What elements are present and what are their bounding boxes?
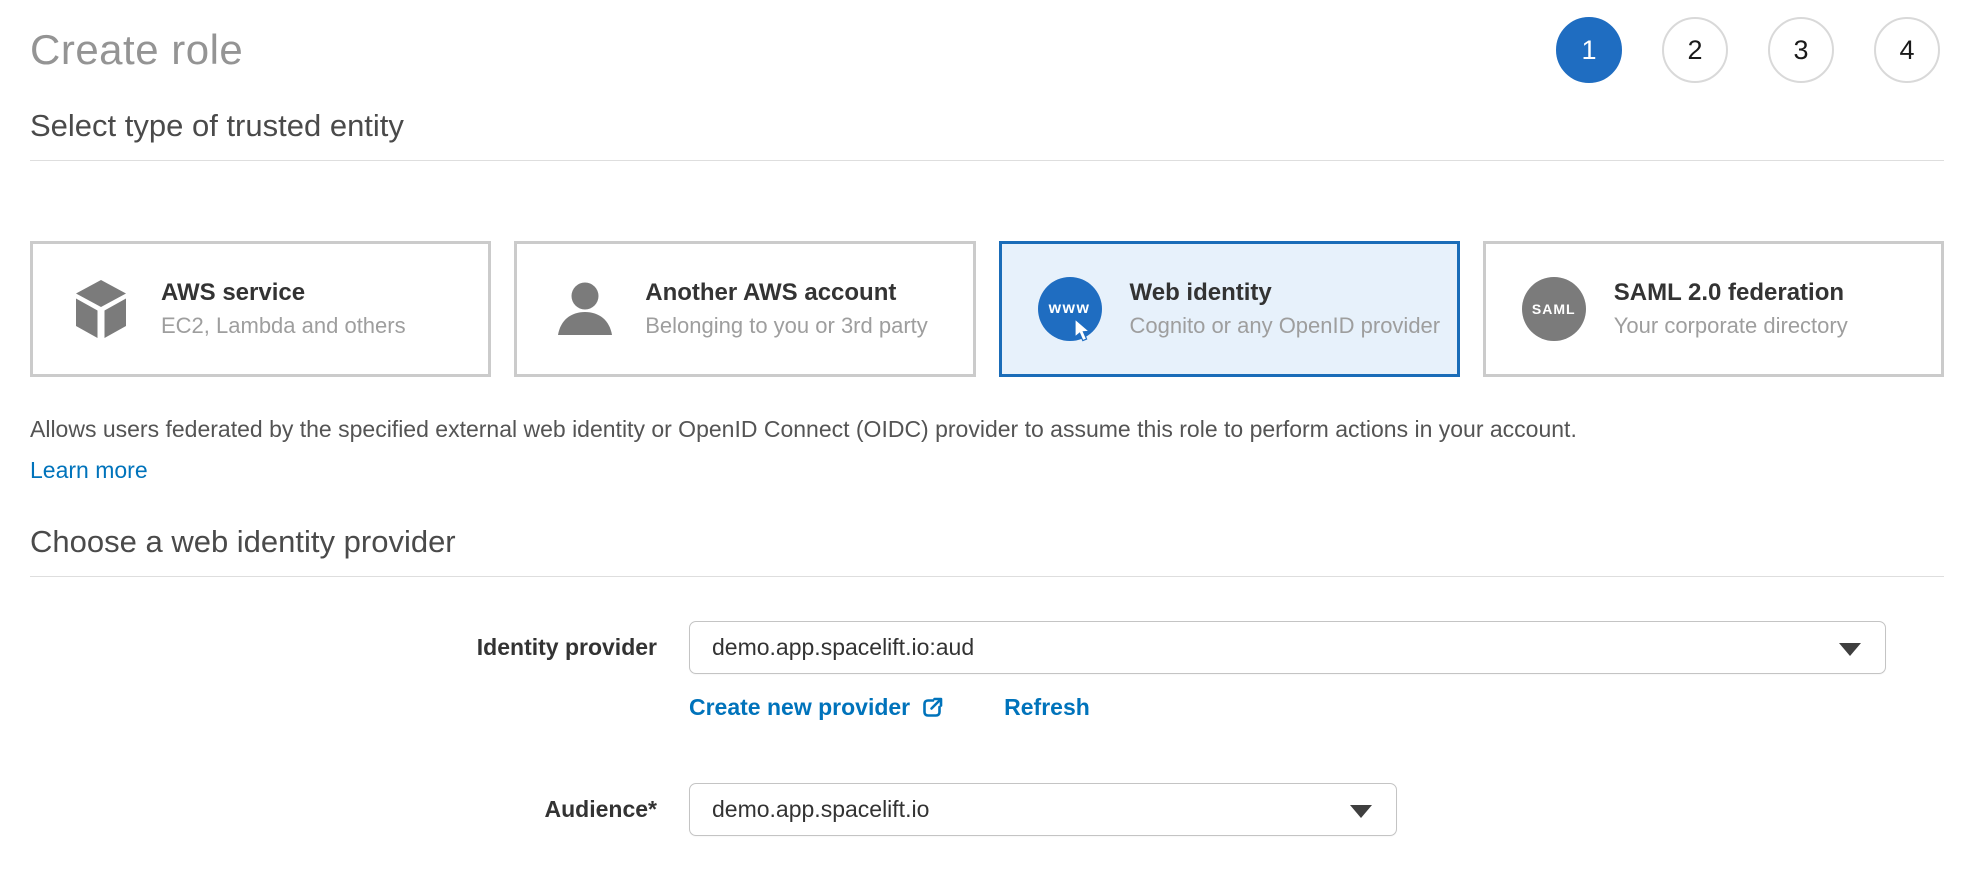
identity-provider-row: Identity provider demo.app.spacelift.io:… xyxy=(30,621,1944,674)
card-web-identity[interactable]: www Web identity Cognito or any OpenID p… xyxy=(999,241,1460,377)
card-subtitle: Cognito or any OpenID provider xyxy=(1130,312,1441,340)
card-title: SAML 2.0 federation xyxy=(1614,279,1848,307)
create-new-provider-link[interactable]: Create new provider xyxy=(689,694,944,721)
section-divider xyxy=(30,160,1944,161)
card-subtitle: Your corporate directory xyxy=(1614,312,1848,340)
card-another-aws-account[interactable]: Another AWS account Belonging to you or … xyxy=(514,241,975,377)
web-identity-form: Identity provider demo.app.spacelift.io:… xyxy=(30,621,1944,836)
audience-select[interactable]: demo.app.spacelift.io xyxy=(689,783,1397,836)
refresh-link[interactable]: Refresh xyxy=(1004,694,1090,721)
provider-heading: Choose a web identity provider xyxy=(30,524,1944,576)
identity-provider-label: Identity provider xyxy=(30,634,657,661)
external-link-icon xyxy=(920,696,944,720)
cursor-icon xyxy=(1072,318,1094,344)
entity-description: Allows users federated by the specified … xyxy=(30,413,1944,445)
card-subtitle: Belonging to you or 3rd party xyxy=(645,312,928,340)
wizard-step-4: 4 xyxy=(1874,17,1940,83)
page-header: Create role 1 2 3 4 xyxy=(30,0,1944,84)
section-divider xyxy=(30,576,1944,577)
card-saml-federation[interactable]: SAML SAML 2.0 federation Your corporate … xyxy=(1483,241,1944,377)
chevron-down-icon xyxy=(1839,643,1861,656)
trusted-entity-cards: AWS service EC2, Lambda and others Anoth… xyxy=(30,241,1944,377)
www-globe-icon: www xyxy=(1038,277,1102,341)
learn-more-link[interactable]: Learn more xyxy=(30,457,148,484)
wizard-step-2: 2 xyxy=(1662,17,1728,83)
audience-value: demo.app.spacelift.io xyxy=(712,796,929,823)
card-subtitle: EC2, Lambda and others xyxy=(161,312,406,340)
identity-provider-select[interactable]: demo.app.spacelift.io:aud xyxy=(689,621,1886,674)
card-title: AWS service xyxy=(161,279,406,307)
wizard-step-indicator: 1 2 3 4 xyxy=(1556,17,1940,83)
card-title: Another AWS account xyxy=(645,279,928,307)
provider-links-row: Create new provider Refresh xyxy=(689,694,1944,721)
card-aws-service[interactable]: AWS service EC2, Lambda and others xyxy=(30,241,491,377)
wizard-step-1[interactable]: 1 xyxy=(1556,17,1622,83)
cube-icon xyxy=(69,277,133,341)
chevron-down-icon xyxy=(1350,805,1372,818)
identity-provider-value: demo.app.spacelift.io:aud xyxy=(712,634,974,661)
page-title: Create role xyxy=(30,26,243,74)
wizard-step-3: 3 xyxy=(1768,17,1834,83)
person-icon xyxy=(553,277,617,341)
trusted-entity-heading: Select type of trusted entity xyxy=(30,108,1944,160)
audience-label: Audience* xyxy=(30,796,657,823)
saml-icon: SAML xyxy=(1522,277,1586,341)
audience-row: Audience* demo.app.spacelift.io xyxy=(30,783,1944,836)
create-role-page: Create role 1 2 3 4 Select type of trust… xyxy=(0,0,1974,836)
card-title: Web identity xyxy=(1130,279,1441,307)
